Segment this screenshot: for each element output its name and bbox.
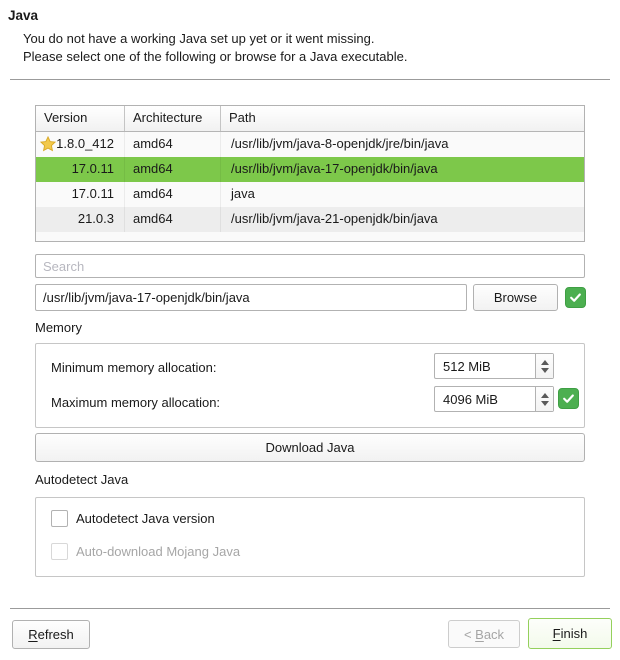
star-icon [39,135,57,153]
column-header-architecture[interactable]: Architecture [125,106,221,131]
memory-group: Minimum memory allocation: 512 MiB Maxim… [35,343,585,428]
checkbox-unchecked-icon[interactable] [51,510,68,527]
autodetect-java-version-checkbox[interactable]: Autodetect Java version [51,510,215,527]
java-versions-table: Version Architecture Path 1.8.0_412 amd6… [35,105,585,242]
table-row-selected[interactable]: 17.0.11 amd64 /usr/lib/jvm/java-17-openj… [36,157,584,182]
max-memory-spinbox[interactable]: 4096 MiB [434,386,554,412]
browse-button[interactable]: Browse [473,284,558,311]
checkmark-icon [562,392,575,405]
checkbox-unchecked-icon [51,543,68,560]
spin-up-icon[interactable] [541,393,549,398]
table-header: Version Architecture Path [36,106,584,132]
search-input[interactable] [35,254,585,278]
column-header-version[interactable]: Version [36,106,125,131]
java-path: /usr/lib/jvm/java-17-openjdk/bin/java [221,157,584,182]
page-description-line2: Please select one of the following or br… [23,49,407,64]
spin-down-icon[interactable] [541,368,549,373]
min-memory-spinbox[interactable]: 512 MiB [434,353,554,379]
memory-group-label: Memory [35,320,82,335]
java-version: 1.8.0_412 [56,136,114,151]
max-memory-label: Maximum memory allocation: [51,395,220,410]
footer-divider [10,608,610,609]
table-row[interactable]: 17.0.11 amd64 java [36,182,584,207]
table-row[interactable]: 21.0.3 amd64 /usr/lib/jvm/java-21-openjd… [36,207,584,232]
download-java-button[interactable]: Download Java [35,433,585,462]
java-path-input[interactable] [35,284,467,311]
checkmark-icon [569,291,582,304]
autodetect-group-label: Autodetect Java [35,472,128,487]
java-path: /usr/lib/jvm/java-21-openjdk/bin/java [221,207,584,232]
page-title: Java [8,8,38,23]
min-memory-label: Minimum memory allocation: [51,360,216,375]
max-memory-valid-checkbox[interactable] [558,388,579,409]
max-memory-value: 4096 MiB [435,392,535,407]
column-header-path[interactable]: Path [221,106,584,131]
java-path: java [221,182,584,207]
java-version: 17.0.11 [36,182,125,207]
auto-download-mojang-java-label: Auto-download Mojang Java [76,544,240,559]
back-button: < Back [448,620,520,648]
java-architecture: amd64 [125,157,221,182]
autodetect-group: Autodetect Java version Auto-download Mo… [35,497,585,577]
java-architecture: amd64 [125,132,221,157]
java-version: 21.0.3 [36,207,125,232]
autodetect-java-version-label: Autodetect Java version [76,511,215,526]
auto-download-mojang-java-checkbox: Auto-download Mojang Java [51,543,240,560]
java-architecture: amd64 [125,182,221,207]
min-memory-value: 512 MiB [435,359,535,374]
java-path-valid-checkbox[interactable] [565,287,586,308]
table-row[interactable]: 1.8.0_412 amd64 /usr/lib/jvm/java-8-open… [36,132,584,157]
page-description-line1: You do not have a working Java set up ye… [23,31,374,46]
spin-down-icon[interactable] [541,401,549,406]
refresh-button[interactable]: Refresh [12,620,90,649]
spin-up-icon[interactable] [541,360,549,365]
java-path: /usr/lib/jvm/java-8-openjdk/jre/bin/java [221,132,584,157]
java-architecture: amd64 [125,207,221,232]
java-version: 17.0.11 [36,157,125,182]
finish-button[interactable]: Finish [528,618,612,649]
header-divider [10,79,610,80]
